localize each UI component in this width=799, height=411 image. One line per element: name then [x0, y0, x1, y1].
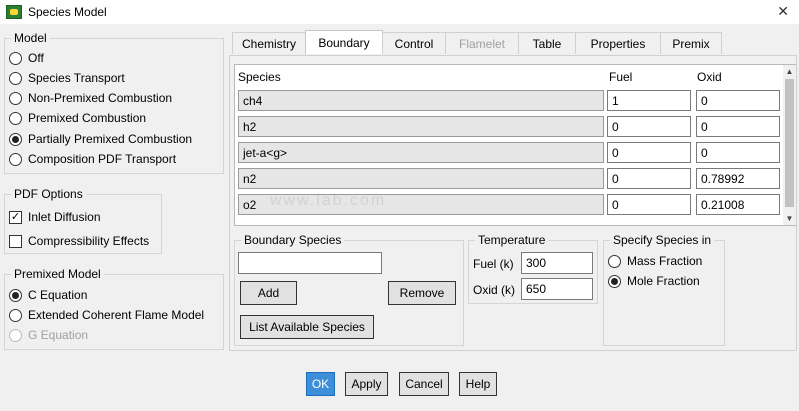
oxid-temperature-label: Oxid (k) — [473, 283, 515, 297]
oxid-fraction-input[interactable]: 0 — [696, 116, 780, 137]
ok-button[interactable]: OK — [306, 372, 335, 396]
fuel-fraction-input[interactable]: 0 — [607, 116, 691, 137]
checkbox-icon[interactable] — [9, 234, 22, 248]
radio-icon[interactable] — [9, 111, 22, 125]
tab-control[interactable]: Control — [382, 32, 446, 54]
remove-button[interactable]: Remove — [388, 281, 456, 305]
premixed-model-title: Premixed Model — [11, 267, 104, 281]
premixed-option-label: Extended Coherent Flame Model — [28, 308, 205, 322]
help-button[interactable]: Help — [459, 372, 497, 396]
tab-boundary[interactable]: Boundary — [305, 30, 383, 54]
oxid-fraction-input[interactable]: 0 — [696, 142, 780, 163]
fuel-fraction-input[interactable]: 0 — [607, 142, 691, 163]
cancel-button[interactable]: Cancel — [399, 372, 449, 396]
model-option-label: Off — [28, 51, 44, 65]
radio-icon[interactable] — [9, 51, 22, 65]
radio-disabled-icon — [9, 328, 22, 342]
premixed-option-g-equation: G Equation — [9, 328, 88, 342]
tab-bar: Chemistry Boundary Control Flamelet Tabl… — [232, 30, 722, 54]
compressibility-effects-checkbox[interactable]: Compressibility Effects — [9, 234, 149, 248]
radio-icon[interactable] — [9, 308, 22, 322]
model-option-label: Composition PDF Transport — [28, 152, 177, 166]
oxid-fraction-input[interactable]: 0 — [696, 90, 780, 111]
boundary-species-input[interactable] — [238, 252, 382, 274]
radio-icon[interactable] — [608, 254, 621, 268]
fuel-fraction-input[interactable]: 0 — [607, 168, 691, 189]
window-title: Species Model — [28, 5, 107, 19]
radio-selected-icon[interactable] — [9, 132, 22, 146]
fuel-header: Fuel — [609, 70, 633, 84]
model-group: Model Off Species Transport Non-Premixed… — [4, 31, 224, 174]
model-option-label: Species Transport — [28, 71, 125, 85]
model-option-label: Premixed Combustion — [28, 111, 147, 125]
boundary-species-title: Boundary Species — [241, 233, 345, 247]
scroll-down-icon[interactable]: ▼ — [783, 212, 796, 225]
tab-table[interactable]: Table — [518, 32, 576, 54]
oxid-fraction-input[interactable]: 0.21008 — [696, 194, 780, 215]
mass-fraction-option[interactable]: Mass Fraction — [608, 254, 702, 268]
model-option-label: Non-Premixed Combustion — [28, 91, 173, 105]
tab-chemistry[interactable]: Chemistry — [232, 32, 306, 54]
fuel-fraction-input[interactable]: 1 — [607, 90, 691, 111]
fuel-fraction-input[interactable]: 0 — [607, 194, 691, 215]
apply-button[interactable]: Apply — [345, 372, 388, 396]
model-option-off[interactable]: Off — [9, 51, 44, 65]
premixed-option-c-equation[interactable]: C Equation — [9, 288, 87, 302]
species-cell: o2 — [238, 194, 604, 215]
add-button[interactable]: Add — [240, 281, 297, 305]
app-icon — [6, 5, 22, 19]
fuel-temperature-label: Fuel (k) — [473, 257, 514, 271]
radio-icon[interactable] — [9, 71, 22, 85]
fuel-temperature-input[interactable]: 300 — [521, 252, 593, 274]
pdf-options-title: PDF Options — [11, 187, 86, 201]
species-scrollbar[interactable]: ▲ ▼ — [783, 65, 796, 225]
radio-selected-icon[interactable] — [9, 288, 22, 302]
oxid-fraction-input[interactable]: 0.78992 — [696, 168, 780, 189]
model-option-label: Partially Premixed Combustion — [28, 132, 193, 146]
tab-properties[interactable]: Properties — [575, 32, 661, 54]
species-header: Species — [238, 70, 281, 84]
model-group-title: Model — [11, 31, 50, 45]
specify-species-group: Specify Species in Mass Fraction Mole Fr… — [603, 233, 725, 346]
tab-premix[interactable]: Premix — [660, 32, 722, 54]
list-available-species-button[interactable]: List Available Species — [240, 315, 374, 339]
scroll-up-icon[interactable]: ▲ — [783, 65, 796, 78]
oxid-header: Oxid — [697, 70, 722, 84]
pdf-options-group: PDF Options ✓ Inlet Diffusion Compressib… — [4, 187, 162, 254]
tab-flamelet: Flamelet — [445, 32, 519, 54]
title-bar: Species Model ✕ — [0, 0, 799, 24]
oxid-temperature-input[interactable]: 650 — [521, 278, 593, 300]
premixed-model-group: Premixed Model C Equation Extended Coher… — [4, 267, 224, 350]
temperature-title: Temperature — [475, 233, 549, 247]
inlet-diffusion-label: Inlet Diffusion — [28, 210, 101, 224]
species-cell: jet-a<g> — [238, 142, 604, 163]
mass-fraction-label: Mass Fraction — [627, 254, 703, 268]
compressibility-effects-label: Compressibility Effects — [28, 234, 150, 248]
species-cell: h2 — [238, 116, 604, 137]
model-option-premixed[interactable]: Premixed Combustion — [9, 111, 146, 125]
mole-fraction-label: Mole Fraction — [627, 274, 700, 288]
radio-selected-icon[interactable] — [608, 274, 621, 288]
mole-fraction-option[interactable]: Mole Fraction — [608, 274, 700, 288]
model-option-species-transport[interactable]: Species Transport — [9, 71, 125, 85]
checkbox-checked-icon[interactable]: ✓ — [9, 210, 22, 224]
model-option-partially-premixed[interactable]: Partially Premixed Combustion — [9, 132, 192, 146]
species-cell: n2 — [238, 168, 604, 189]
model-option-composition-pdf[interactable]: Composition PDF Transport — [9, 152, 176, 166]
specify-species-title: Specify Species in — [610, 233, 715, 247]
premixed-option-label: C Equation — [28, 288, 88, 302]
radio-icon[interactable] — [9, 152, 22, 166]
scroll-thumb[interactable] — [785, 79, 794, 207]
species-cell: ch4 — [238, 90, 604, 111]
model-option-non-premixed[interactable]: Non-Premixed Combustion — [9, 91, 172, 105]
radio-icon[interactable] — [9, 91, 22, 105]
premixed-option-label: G Equation — [28, 328, 89, 342]
close-icon[interactable]: ✕ — [777, 3, 789, 20]
inlet-diffusion-checkbox[interactable]: ✓ Inlet Diffusion — [9, 210, 101, 224]
premixed-option-ecfm[interactable]: Extended Coherent Flame Model — [9, 308, 204, 322]
